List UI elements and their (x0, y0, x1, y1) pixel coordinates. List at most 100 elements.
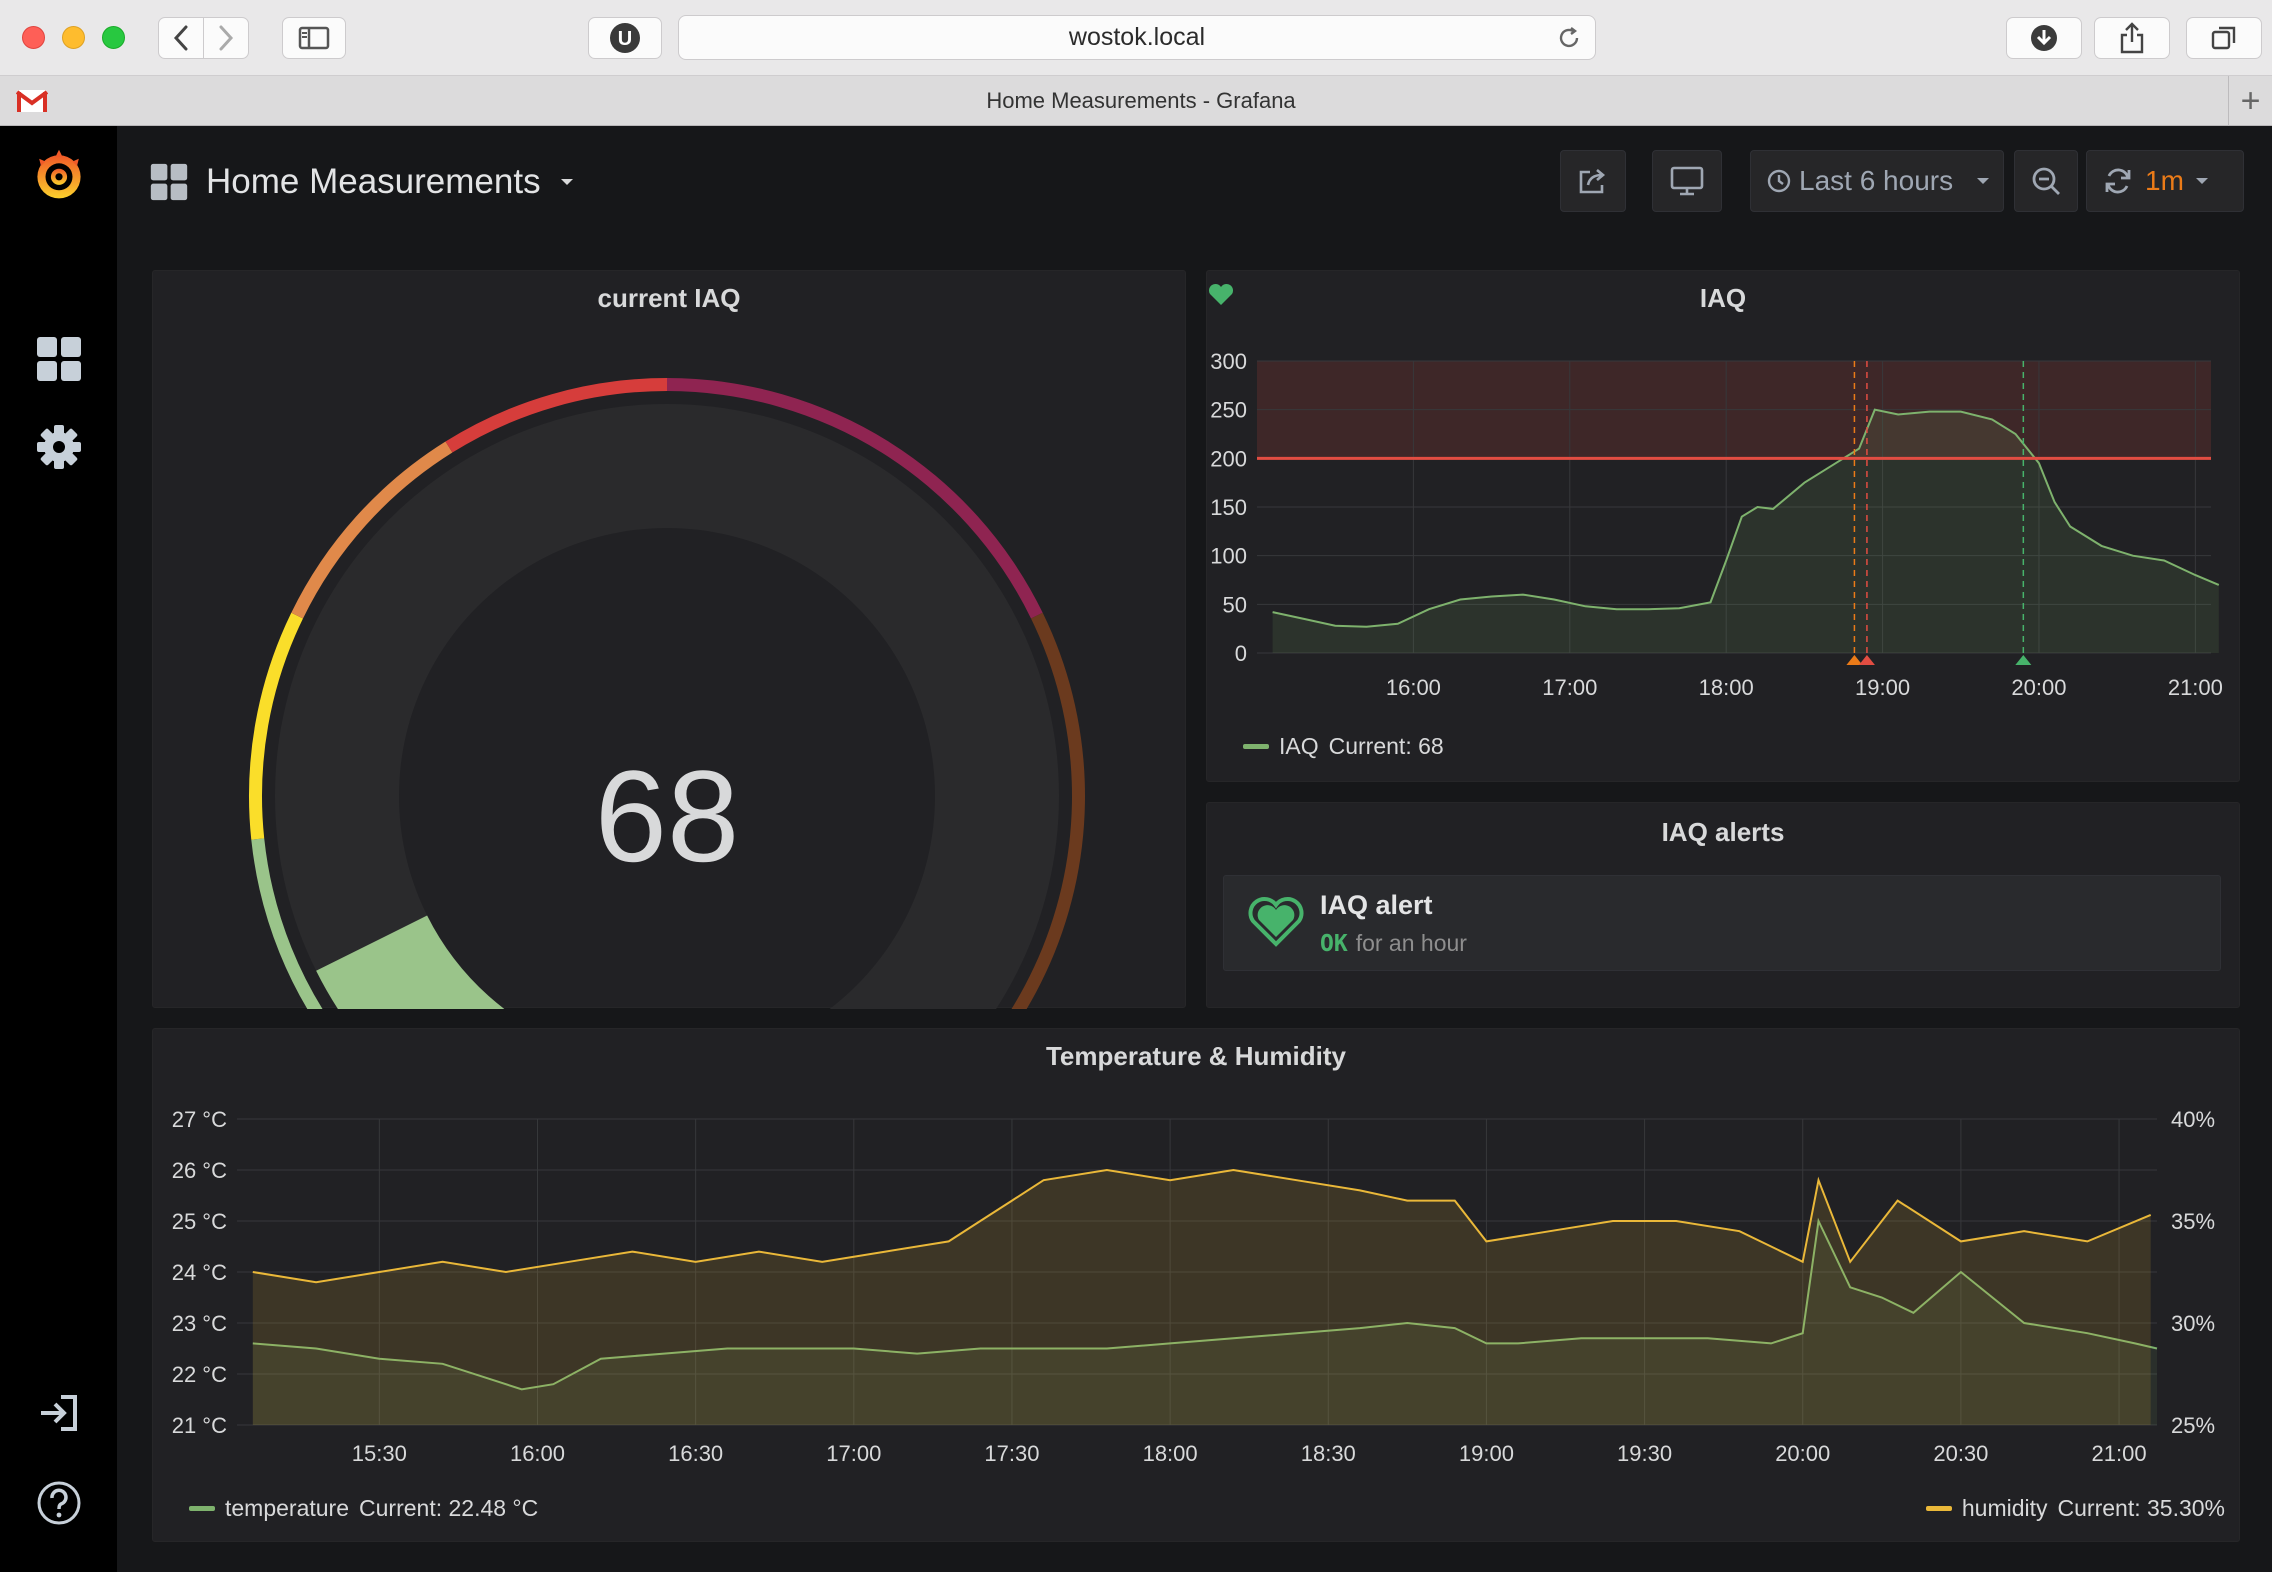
minimize-window-button[interactable] (62, 26, 85, 49)
help-icon (37, 1481, 81, 1525)
y-left-tick-label: 26 °C (172, 1158, 227, 1183)
time-range-label: Last 6 hours (1799, 165, 1954, 196)
alert-duration: for an hour (1355, 930, 1467, 956)
alert-list-item[interactable]: IAQ alert OK for an hour (1223, 875, 2221, 971)
temperature-legend[interactable]: temperature Current: 22.48 °C (189, 1495, 538, 1522)
new-tab-button[interactable]: + (2228, 76, 2272, 126)
dashboards-nav[interactable] (32, 332, 86, 386)
refresh-interval: 1m (2145, 165, 2184, 196)
panel-iaq-graph[interactable]: IAQ 0 50 100 150 200 250 300 16:00 17:00 18:00 19:… (1206, 270, 2240, 782)
download-icon (2031, 25, 2057, 51)
url-text: wostok.local (1068, 23, 1206, 51)
legend-swatch (1243, 744, 1269, 749)
refresh-picker[interactable]: 1m (2086, 150, 2244, 212)
sidebar-icon (298, 26, 330, 50)
downloads-button[interactable] (2006, 17, 2082, 59)
legend-current-value: Current: 68 (1328, 733, 1444, 759)
y-left-tick-label: 25 °C (172, 1209, 227, 1234)
share-dashboard-button[interactable] (1560, 150, 1626, 212)
alert-state: OK for an hour (1320, 930, 1467, 957)
x-tick-label: 21:00 (2092, 1441, 2147, 1466)
alert-ok-heart-icon (1248, 897, 1304, 947)
active-tab-title[interactable]: Home Measurements - Grafana (70, 76, 2212, 126)
panel-current-iaq[interactable]: current IAQ 68 (152, 270, 1186, 1009)
x-tick-label: 18:30 (1301, 1441, 1356, 1466)
sidebar-toggle-button[interactable] (282, 17, 346, 59)
x-tick-label: 19:30 (1617, 1441, 1672, 1466)
x-tick-label: 16:00 (1386, 675, 1441, 700)
dashboard-title: Home Measurements (206, 162, 541, 201)
sign-in-icon (41, 1395, 77, 1431)
annotation-marker-2 (2015, 655, 2032, 665)
x-tick-label: 21:00 (2168, 675, 2223, 700)
caret-down-icon (560, 179, 573, 185)
grafana-logo[interactable] (32, 148, 86, 202)
configuration-nav[interactable] (32, 420, 86, 474)
y-tick-label: 300 (1210, 349, 1247, 374)
x-tick-label: 19:00 (1855, 675, 1910, 700)
x-tick-label: 16:30 (668, 1441, 723, 1466)
help-nav[interactable] (32, 1476, 86, 1530)
share-square-icon (1579, 169, 1606, 194)
y-right-tick-label: 40% (2171, 1107, 2215, 1132)
temperature-humidity-chart: 21 °C 22 °C 23 °C 24 °C 25 °C 26 °C 27 °C 25% 30… (172, 1107, 2215, 1466)
x-tick-label: 20:00 (1775, 1441, 1830, 1466)
x-tick-label: 20:30 (1933, 1441, 1988, 1466)
x-tick-label: 17:30 (984, 1441, 1039, 1466)
panel-temperature-humidity[interactable]: Temperature & Humidity 21 °C 22 °C 23 °C 24… (152, 1028, 2240, 1542)
dashboard-grid-icon (150, 163, 188, 201)
forward-button[interactable] (203, 17, 249, 59)
share-button[interactable] (2094, 17, 2170, 59)
humidity-legend[interactable]: humidity Current: 35.30% (1925, 1495, 2225, 1522)
zoom-out-button[interactable] (2014, 150, 2078, 212)
x-tick-label: 20:00 (2011, 675, 2066, 700)
browser-toolbar: U wostok.local (0, 0, 2272, 76)
sign-in-nav[interactable] (32, 1386, 86, 1440)
legend-series-name: IAQ (1279, 733, 1319, 759)
y-tick-label: 50 (1223, 592, 1247, 617)
back-button[interactable] (158, 17, 204, 59)
y-tick-label: 0 (1235, 641, 1247, 666)
y-tick-label: 150 (1210, 495, 1247, 520)
gmail-pinned-tab-icon[interactable] (16, 88, 48, 114)
legend-series-name: humidity (1961, 1495, 2048, 1521)
x-tick-label: 18:00 (1699, 675, 1754, 700)
svg-text:U: U (618, 28, 632, 50)
tabs-overview-button[interactable] (2186, 17, 2262, 59)
y-tick-label: 200 (1210, 446, 1247, 471)
x-tick-label: 17:00 (1542, 675, 1597, 700)
extension-button[interactable]: U (588, 17, 662, 59)
dashboard-picker[interactable]: Home Measurements (150, 160, 575, 204)
y-tick-label: 100 (1210, 544, 1247, 569)
annotation-marker-1 (1858, 655, 1875, 665)
alert-name[interactable]: IAQ alert (1320, 890, 1433, 921)
grafana-logo-icon (37, 149, 81, 199)
caret-down-icon (2195, 178, 2208, 184)
close-window-button[interactable] (22, 26, 45, 49)
legend-swatch (1925, 1506, 1952, 1511)
zoom-window-button[interactable] (102, 26, 125, 49)
time-range-picker[interactable]: Last 6 hours (1750, 150, 2004, 212)
tabs-icon (2211, 26, 2236, 50)
y-right-tick-label: 30% (2171, 1311, 2215, 1336)
x-tick-label: 16:00 (510, 1441, 565, 1466)
address-bar[interactable]: wostok.local (678, 15, 1596, 60)
alert-state-ok: OK (1320, 931, 1348, 957)
grafana-sidemenu (0, 126, 117, 1572)
x-tick-label: 17:00 (826, 1441, 881, 1466)
legend-swatch (189, 1506, 215, 1511)
panel-iaq-alerts[interactable]: IAQ alerts IAQ alert OK for an hour (1206, 802, 2240, 1008)
x-tick-label: 15:30 (352, 1441, 407, 1466)
iaq-legend[interactable]: IAQ Current: 68 (1243, 733, 1444, 760)
y-right-tick-label: 25% (2171, 1413, 2215, 1438)
reload-icon[interactable] (1557, 26, 1581, 50)
panel-title[interactable]: IAQ alerts (1207, 817, 2239, 848)
x-tick-label: 18:00 (1143, 1441, 1198, 1466)
y-right-tick-label: 35% (2171, 1209, 2215, 1234)
cycle-view-mode-button[interactable] (1652, 150, 1722, 212)
y-left-tick-label: 24 °C (172, 1260, 227, 1285)
y-left-tick-label: 23 °C (172, 1311, 227, 1336)
gear-icon (37, 425, 81, 469)
chevron-right-icon (219, 25, 234, 51)
shield-u-icon: U (610, 23, 640, 53)
